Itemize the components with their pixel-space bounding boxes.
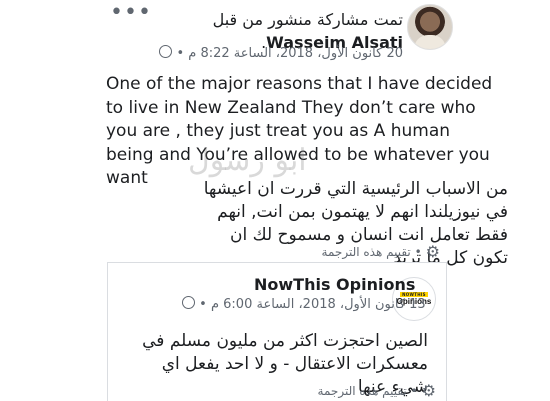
post-timestamp[interactable]: 20 كانون الأول، 2018، الساعة 8:22 م [188,46,403,61]
globe-icon [159,45,173,58]
shared-post-meta: 13 كانون الأول، 2018، الساعة 6:00 م • [178,296,426,312]
gear-icon[interactable]: ⚙ [426,242,440,261]
rate-translation-link: • تقييم هذه الترجمة [322,245,422,259]
rate-bullet: • [410,244,422,259]
shared-rate-translation-row[interactable]: ⚙ • تقييم هذه الترجمة [318,381,436,400]
avatar[interactable] [407,4,453,50]
shared-rate-translation-label: تقييم هذه الترجمة [317,383,407,398]
shared-post-timestamp[interactable]: 13 كانون الأول، 2018، الساعة 6:00 م [211,297,426,312]
header-prefix: تمت مشاركة منشور من قبل [212,10,403,29]
shared-page-name[interactable]: NowThis Opinions [254,275,415,294]
shared-rate-bullet: • [406,383,418,398]
shared-rate-translation-link: • تقييم هذه الترجمة [318,384,418,398]
gear-icon[interactable]: ⚙ [422,381,436,400]
post-body-english: One of the major reasons that I have dec… [106,74,493,188]
post-meta: 20 كانون الأول، 2018، الساعة 8:22 م • [155,45,403,61]
shared-post-separator: • [195,297,207,312]
rate-translation-label: تقييم هذه الترجمة [321,244,411,259]
rate-translation-row[interactable]: ⚙ • تقييم هذه الترجمة [322,242,440,261]
globe-icon [182,296,195,309]
avatar-shirt [414,35,446,49]
post-separator: • [172,46,185,61]
